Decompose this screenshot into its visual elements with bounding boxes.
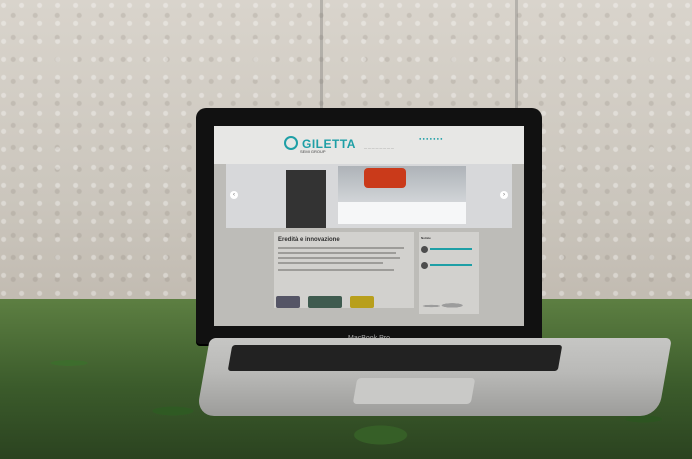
slider-prev-icon[interactable]: ‹ [230,191,238,199]
header-icons: ● ● ● ● ● ● ● [419,136,443,141]
photo-scene: GILETTA SEMI GROUP ● ● ● ● ● ● ● — — — —… [0,0,692,459]
content-heading: Eredità e innovazione [278,237,340,243]
text-line [278,252,396,254]
laptop-keyboard [227,345,563,371]
brand-subtext: SEMI GROUP [300,149,326,154]
world-map-icon [421,300,473,312]
laptop-trackpad [352,378,476,404]
website-header: GILETTA SEMI GROUP ● ● ● ● ● ● ● — — — —… [214,126,524,164]
laptop-lid: GILETTA SEMI GROUP ● ● ● ● ● ● ● — — — —… [196,108,542,344]
machine-thumbnail-2[interactable] [308,296,342,308]
product-thumbnails [276,294,426,312]
news-icon [421,262,428,269]
news-sidebar: Notizie [419,232,479,314]
hero-slider[interactable]: ‹ › [226,164,512,228]
slide-image [338,166,466,224]
sidebar-title: Notizie [421,236,431,240]
text-line [278,257,400,259]
news-link[interactable] [430,248,472,250]
logo-mark-icon [284,136,298,150]
news-icon [421,246,428,253]
news-link[interactable] [430,264,472,266]
text-line [278,262,383,264]
text-line [278,247,404,249]
slide-caption-box [286,170,326,228]
header-menu-icon: — — — — — — — — [364,146,394,150]
machine-thumbnail-3[interactable] [350,296,374,308]
laptop-screen: GILETTA SEMI GROUP ● ● ● ● ● ● ● — — — —… [214,126,524,326]
machine-thumbnail-1[interactable] [276,296,300,308]
snow-truck-image [364,168,406,188]
slider-next-icon[interactable]: › [500,191,508,199]
text-line [278,269,394,271]
snow-image [338,202,466,224]
